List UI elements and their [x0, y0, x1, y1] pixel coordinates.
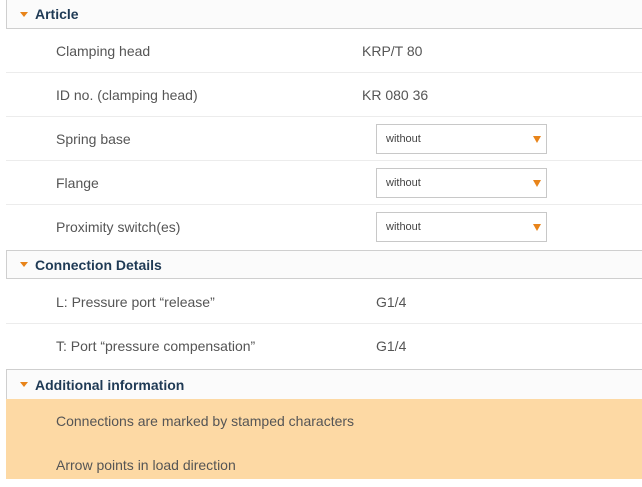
- row-spring-base: Spring base without: [6, 117, 642, 161]
- dropdown-arrow-icon: [533, 224, 541, 231]
- info-text: Arrow points in load direction: [56, 457, 236, 473]
- row-value: KRP/T 80: [362, 43, 423, 59]
- caret-down-icon: [20, 262, 28, 267]
- section-title: Connection Details: [35, 256, 162, 273]
- section-title: Article: [35, 6, 79, 22]
- row-label: Flange: [56, 175, 99, 191]
- section-header-additional-information[interactable]: Additional information: [6, 369, 642, 399]
- proximity-switch-select[interactable]: without: [376, 212, 547, 242]
- row-value: G1/4: [376, 294, 407, 310]
- row-label: T: Port “pressure compensation”: [56, 338, 256, 354]
- list-item: Connections are marked by stamped charac…: [6, 399, 642, 439]
- row-flange: Flange without: [6, 161, 642, 205]
- row-label: L: Pressure port “release”: [56, 294, 215, 310]
- section-header-article[interactable]: Article: [6, 0, 642, 29]
- row-clamping-head: Clamping head KRP/T 80: [6, 29, 642, 73]
- row-label: Clamping head: [56, 43, 151, 59]
- section-header-connection-details[interactable]: Connection Details: [6, 250, 642, 279]
- caret-down-icon: [20, 11, 28, 17]
- dropdown-arrow-icon: [533, 136, 541, 143]
- select-value: without: [386, 133, 421, 145]
- row-proximity-switch: Proximity switch(es) without: [6, 205, 642, 249]
- info-text: Connections are marked by stamped charac…: [56, 413, 355, 429]
- row-label: Proximity switch(es): [56, 219, 181, 235]
- spring-base-select[interactable]: without: [376, 124, 547, 154]
- flange-select[interactable]: without: [376, 168, 547, 198]
- row-port-release: L: Pressure port “release” G1/4: [6, 280, 642, 324]
- row-value: G1/4: [376, 338, 407, 354]
- row-value: KR 080 36: [362, 87, 429, 103]
- select-value: without: [386, 177, 421, 189]
- dropdown-arrow-icon: [533, 180, 541, 187]
- section-title: Additional information: [35, 376, 185, 393]
- row-label: Spring base: [56, 131, 131, 147]
- list-item: Arrow points in load direction: [6, 443, 642, 483]
- row-label: ID no. (clamping head): [56, 87, 198, 103]
- additional-info-panel: Connections are marked by stamped charac…: [6, 399, 642, 479]
- row-port-compensation: T: Port “pressure compensation” G1/4: [6, 324, 642, 368]
- row-id-no: ID no. (clamping head) KR 080 36: [6, 73, 642, 117]
- caret-down-icon: [20, 382, 28, 387]
- select-value: without: [386, 221, 421, 233]
